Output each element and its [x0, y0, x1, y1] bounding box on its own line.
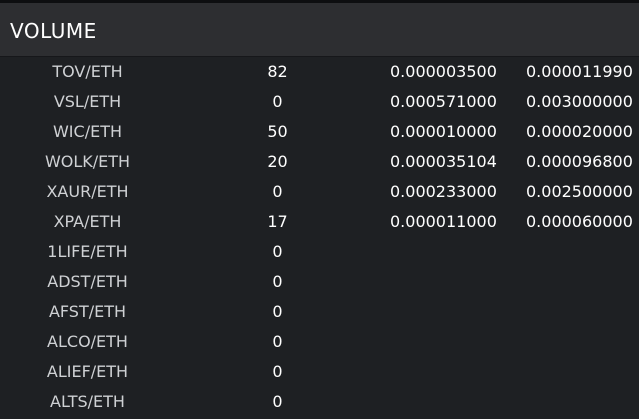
volume-value: 0: [272, 182, 283, 201]
pair-name: XPA/ETH: [53, 212, 122, 231]
pair-name: ALIEF/ETH: [46, 362, 129, 381]
volume-value: 0: [272, 392, 283, 411]
ask-price: 0.003000000: [526, 92, 633, 111]
ask-price: 0.002500000: [526, 182, 633, 201]
market-row[interactable]: AFST/ETH 0: [0, 297, 639, 327]
bid-price: 0.000233000: [390, 182, 497, 201]
ask-price: 0.000096800: [526, 152, 633, 171]
panel-title: VOLUME: [10, 19, 97, 43]
volume-value: 0: [272, 362, 283, 381]
bid-price: 0.000003500: [390, 62, 497, 81]
pair-name: 1LIFE/ETH: [47, 242, 128, 261]
ask-price: 0.000020000: [526, 122, 633, 141]
bid-price: 0.000010000: [390, 122, 497, 141]
ask-price: 0.000060000: [526, 212, 633, 231]
pair-name: WIC/ETH: [52, 122, 122, 141]
bid-price: 0.000571000: [390, 92, 497, 111]
pair-name: ALTS/ETH: [50, 392, 125, 411]
market-row[interactable]: TOV/ETH 82 0.000003500 0.000011990: [0, 57, 639, 87]
market-row[interactable]: VSL/ETH 0 0.000571000 0.003000000: [0, 87, 639, 117]
market-row[interactable]: WIC/ETH 50 0.000010000 0.000020000: [0, 117, 639, 147]
volume-value: 0: [272, 92, 283, 111]
panel-header: VOLUME: [0, 3, 639, 57]
volume-value: 0: [272, 332, 283, 351]
market-row[interactable]: ALTS/ETH 0: [0, 387, 639, 417]
market-row[interactable]: ALCO/ETH 0: [0, 327, 639, 357]
pair-name: TOV/ETH: [52, 62, 123, 81]
volume-value: 17: [267, 212, 288, 231]
ask-price: 0.000011990: [526, 62, 633, 81]
pair-name: WOLK/ETH: [44, 152, 131, 171]
market-row[interactable]: 1LIFE/ETH 0: [0, 237, 639, 267]
pair-name: VSL/ETH: [53, 92, 122, 111]
pair-name: ADST/ETH: [47, 272, 128, 291]
pair-name: XAUR/ETH: [46, 182, 129, 201]
market-row[interactable]: WOLK/ETH 20 0.000035104 0.000096800: [0, 147, 639, 177]
bid-price: 0.000035104: [390, 152, 497, 171]
volume-value: 0: [272, 302, 283, 321]
volume-value: 0: [272, 272, 283, 291]
volume-panel: VOLUME TOV/ETH 82 0.000003500 0.00001199…: [0, 0, 639, 419]
volume-value: 82: [267, 62, 288, 81]
market-row[interactable]: ADST/ETH 0: [0, 267, 639, 297]
pair-name: ALCO/ETH: [47, 332, 128, 351]
market-list: TOV/ETH 82 0.000003500 0.000011990 VSL/E…: [0, 57, 639, 417]
market-row[interactable]: XPA/ETH 17 0.000011000 0.000060000: [0, 207, 639, 237]
volume-value: 20: [267, 152, 288, 171]
volume-value: 0: [272, 242, 283, 261]
market-row[interactable]: ALIEF/ETH 0: [0, 357, 639, 387]
bid-price: 0.000011000: [390, 212, 497, 231]
pair-name: AFST/ETH: [48, 302, 127, 321]
volume-value: 50: [267, 122, 288, 141]
market-row[interactable]: XAUR/ETH 0 0.000233000 0.002500000: [0, 177, 639, 207]
